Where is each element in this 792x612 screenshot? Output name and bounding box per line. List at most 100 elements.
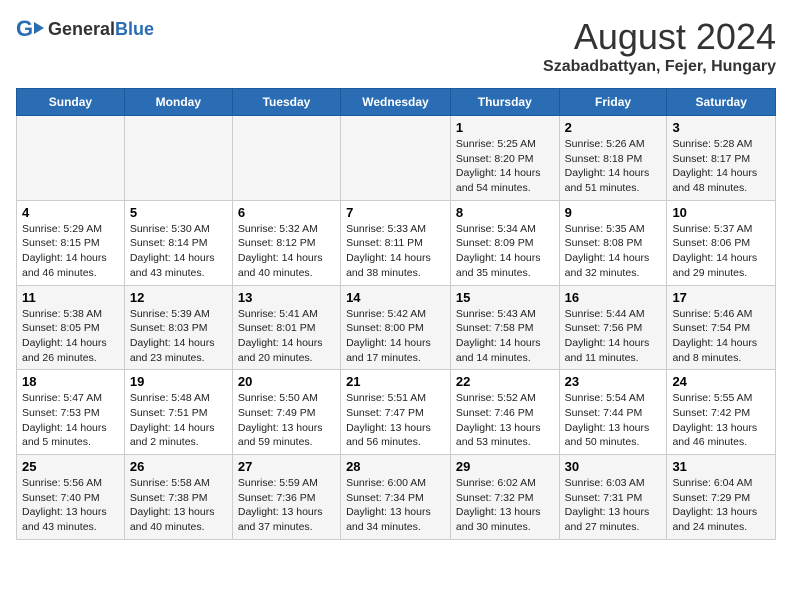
page-header: G General Blue August 2024 Szabadbattyan… (16, 16, 776, 76)
day-number: 6 (238, 205, 335, 220)
calendar-cell (124, 116, 232, 201)
logo-text-general: General (48, 20, 115, 40)
weekday-header-wednesday: Wednesday (341, 89, 451, 116)
calendar-cell: 21 Sunrise: 5:51 AM Sunset: 7:47 PM Dayli… (341, 370, 451, 455)
day-number: 15 (456, 290, 554, 305)
day-info: Sunrise: 5:34 AM Sunset: 8:09 PM Dayligh… (456, 222, 554, 281)
weekday-header-saturday: Saturday (667, 89, 776, 116)
weekday-header-thursday: Thursday (450, 89, 559, 116)
day-info: Sunrise: 5:43 AM Sunset: 7:58 PM Dayligh… (456, 307, 554, 366)
day-number: 1 (456, 120, 554, 135)
day-number: 25 (22, 459, 119, 474)
day-info: Sunrise: 5:26 AM Sunset: 8:18 PM Dayligh… (565, 137, 662, 196)
calendar-cell: 10 Sunrise: 5:37 AM Sunset: 8:06 PM Dayli… (667, 200, 776, 285)
logo: G General Blue (16, 16, 154, 44)
calendar-table: SundayMondayTuesdayWednesdayThursdayFrid… (16, 88, 776, 540)
calendar-cell: 23Sunrise: 5:54 AM Sunset: 7:44 PM Dayli… (559, 370, 667, 455)
calendar-cell: 5Sunrise: 5:30 AM Sunset: 8:14 PM Daylig… (124, 200, 232, 285)
calendar-cell: 16 Sunrise: 5:44 AM Sunset: 7:56 PM Dayli… (559, 285, 667, 370)
day-number: 31 (672, 459, 770, 474)
day-number: 23 (565, 374, 662, 389)
day-info: Sunrise: 5:35 AM Sunset: 8:08 PM Dayligh… (565, 222, 662, 281)
day-info: Sunrise: 5:32 AM Sunset: 8:12 PM Dayligh… (238, 222, 335, 281)
day-info: Sunrise: 6:04 AM Sunset: 7:29 PM Dayligh… (672, 476, 770, 535)
logo-icon: G (16, 16, 44, 44)
day-number: 27 (238, 459, 335, 474)
day-info: Sunrise: 5:59 AM Sunset: 7:36 PM Dayligh… (238, 476, 335, 535)
weekday-header-monday: Monday (124, 89, 232, 116)
day-number: 13 (238, 290, 335, 305)
calendar-cell: 18Sunrise: 5:47 AM Sunset: 7:53 PM Dayli… (17, 370, 125, 455)
calendar-cell: 6 Sunrise: 5:32 AM Sunset: 8:12 PM Daylig… (232, 200, 340, 285)
page-subtitle: Szabadbattyan, Fejer, Hungary (543, 58, 776, 76)
day-number: 16 (565, 290, 662, 305)
calendar-week-row: 25 Sunrise: 5:56 AM Sunset: 7:40 PM Dayli… (17, 455, 776, 540)
calendar-cell (17, 116, 125, 201)
calendar-cell: 7 Sunrise: 5:33 AM Sunset: 8:11 PM Daylig… (341, 200, 451, 285)
day-info: Sunrise: 5:58 AM Sunset: 7:38 PM Dayligh… (130, 476, 227, 535)
day-info: Sunrise: 5:37 AM Sunset: 8:06 PM Dayligh… (672, 222, 770, 281)
day-info: Sunrise: 5:29 AM Sunset: 8:15 PM Dayligh… (22, 222, 119, 281)
calendar-cell: 8Sunrise: 5:34 AM Sunset: 8:09 PM Daylig… (450, 200, 559, 285)
day-number: 3 (672, 120, 770, 135)
day-number: 9 (565, 205, 662, 220)
day-info: Sunrise: 6:03 AM Sunset: 7:31 PM Dayligh… (565, 476, 662, 535)
day-number: 19 (130, 374, 227, 389)
calendar-cell: 31 Sunrise: 6:04 AM Sunset: 7:29 PM Dayli… (667, 455, 776, 540)
day-info: Sunrise: 5:50 AM Sunset: 7:49 PM Dayligh… (238, 391, 335, 450)
day-info: Sunrise: 6:00 AM Sunset: 7:34 PM Dayligh… (346, 476, 445, 535)
calendar-week-row: 4 Sunrise: 5:29 AM Sunset: 8:15 PM Daylig… (17, 200, 776, 285)
day-info: Sunrise: 5:41 AM Sunset: 8:01 PM Dayligh… (238, 307, 335, 366)
calendar-cell: 15 Sunrise: 5:43 AM Sunset: 7:58 PM Dayli… (450, 285, 559, 370)
calendar-week-row: 18Sunrise: 5:47 AM Sunset: 7:53 PM Dayli… (17, 370, 776, 455)
calendar-week-row: 11 Sunrise: 5:38 AM Sunset: 8:05 PM Dayli… (17, 285, 776, 370)
weekday-header-sunday: Sunday (17, 89, 125, 116)
day-info: Sunrise: 5:55 AM Sunset: 7:42 PM Dayligh… (672, 391, 770, 450)
calendar-header-row: SundayMondayTuesdayWednesdayThursdayFrid… (17, 89, 776, 116)
weekday-header-friday: Friday (559, 89, 667, 116)
day-info: Sunrise: 5:56 AM Sunset: 7:40 PM Dayligh… (22, 476, 119, 535)
calendar-cell: 20 Sunrise: 5:50 AM Sunset: 7:49 PM Dayli… (232, 370, 340, 455)
day-number: 11 (22, 290, 119, 305)
calendar-cell: 19 Sunrise: 5:48 AM Sunset: 7:51 PM Dayli… (124, 370, 232, 455)
day-number: 10 (672, 205, 770, 220)
day-info: Sunrise: 6:02 AM Sunset: 7:32 PM Dayligh… (456, 476, 554, 535)
day-number: 29 (456, 459, 554, 474)
day-info: Sunrise: 5:51 AM Sunset: 7:47 PM Dayligh… (346, 391, 445, 450)
calendar-cell: 26Sunrise: 5:58 AM Sunset: 7:38 PM Dayli… (124, 455, 232, 540)
day-info: Sunrise: 5:48 AM Sunset: 7:51 PM Dayligh… (130, 391, 227, 450)
day-info: Sunrise: 5:28 AM Sunset: 8:17 PM Dayligh… (672, 137, 770, 196)
day-number: 7 (346, 205, 445, 220)
calendar-cell: 2Sunrise: 5:26 AM Sunset: 8:18 PM Daylig… (559, 116, 667, 201)
calendar-cell: 28Sunrise: 6:00 AM Sunset: 7:34 PM Dayli… (341, 455, 451, 540)
calendar-cell: 12Sunrise: 5:39 AM Sunset: 8:03 PM Dayli… (124, 285, 232, 370)
day-number: 30 (565, 459, 662, 474)
page-title: August 2024 (543, 16, 776, 58)
calendar-cell: 1 Sunrise: 5:25 AM Sunset: 8:20 PM Daylig… (450, 116, 559, 201)
day-number: 20 (238, 374, 335, 389)
logo-text-blue: Blue (115, 20, 154, 40)
day-number: 18 (22, 374, 119, 389)
day-number: 4 (22, 205, 119, 220)
day-info: Sunrise: 5:25 AM Sunset: 8:20 PM Dayligh… (456, 137, 554, 196)
day-info: Sunrise: 5:52 AM Sunset: 7:46 PM Dayligh… (456, 391, 554, 450)
day-info: Sunrise: 5:38 AM Sunset: 8:05 PM Dayligh… (22, 307, 119, 366)
day-number: 17 (672, 290, 770, 305)
day-number: 24 (672, 374, 770, 389)
day-number: 12 (130, 290, 227, 305)
day-info: Sunrise: 5:42 AM Sunset: 8:00 PM Dayligh… (346, 307, 445, 366)
day-number: 21 (346, 374, 445, 389)
day-info: Sunrise: 5:44 AM Sunset: 7:56 PM Dayligh… (565, 307, 662, 366)
calendar-cell: 4 Sunrise: 5:29 AM Sunset: 8:15 PM Daylig… (17, 200, 125, 285)
calendar-cell: 27 Sunrise: 5:59 AM Sunset: 7:36 PM Dayli… (232, 455, 340, 540)
calendar-cell: 9 Sunrise: 5:35 AM Sunset: 8:08 PM Daylig… (559, 200, 667, 285)
day-info: Sunrise: 5:46 AM Sunset: 7:54 PM Dayligh… (672, 307, 770, 366)
title-block: August 2024 Szabadbattyan, Fejer, Hungar… (543, 16, 776, 76)
day-number: 22 (456, 374, 554, 389)
calendar-cell: 25 Sunrise: 5:56 AM Sunset: 7:40 PM Dayli… (17, 455, 125, 540)
calendar-cell: 17 Sunrise: 5:46 AM Sunset: 7:54 PM Dayli… (667, 285, 776, 370)
day-info: Sunrise: 5:33 AM Sunset: 8:11 PM Dayligh… (346, 222, 445, 281)
calendar-cell: 13 Sunrise: 5:41 AM Sunset: 8:01 PM Dayli… (232, 285, 340, 370)
day-number: 5 (130, 205, 227, 220)
weekday-header-tuesday: Tuesday (232, 89, 340, 116)
